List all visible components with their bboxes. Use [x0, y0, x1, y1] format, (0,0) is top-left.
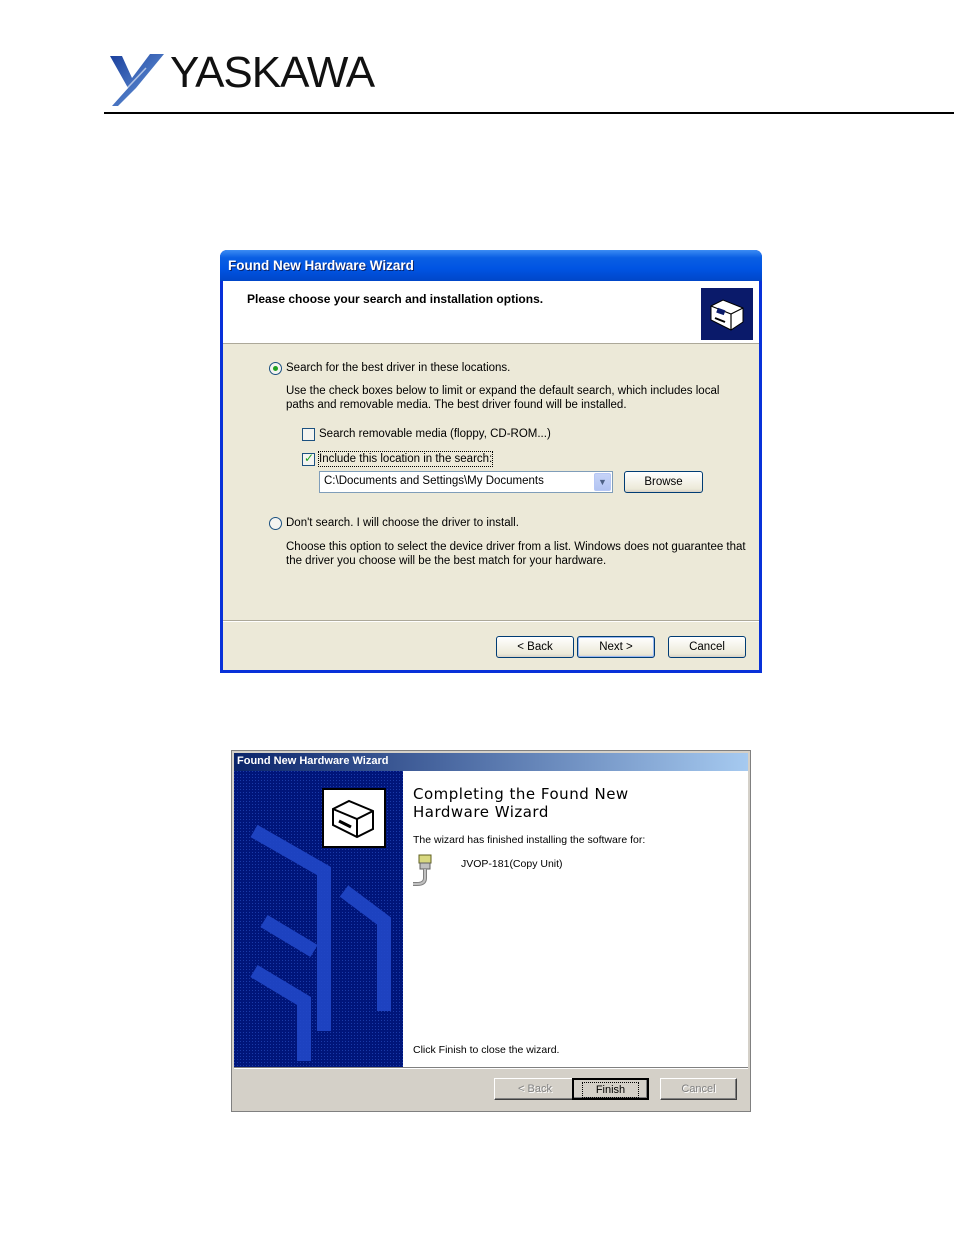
yaskawa-logo: YASKAWA: [106, 48, 406, 108]
finish-button[interactable]: Finish: [572, 1078, 649, 1100]
search-option-radio[interactable]: [269, 362, 282, 375]
finished-text: The wizard has finished installing the s…: [413, 834, 646, 846]
serial-port-icon: [413, 854, 432, 886]
dont-search-option-radio[interactable]: [269, 517, 282, 530]
cancel-button[interactable]: Cancel: [668, 636, 746, 658]
dialog-body: Please choose your search and installati…: [223, 281, 759, 670]
dialog-divider: [234, 1067, 748, 1069]
hardware-icon: [701, 288, 753, 340]
browse-button[interactable]: Browse: [624, 471, 703, 493]
window-title: Found New Hardware Wizard: [237, 755, 389, 767]
completion-heading: Completing the Found New Hardware Wizard: [413, 785, 629, 821]
header-divider: [104, 112, 954, 114]
dont-search-description-2: the driver you choose will be the best m…: [286, 555, 607, 567]
window-title-bar[interactable]: Found New Hardware Wizard: [220, 250, 762, 281]
completion-heading-line-1: Completing the Found New: [413, 785, 629, 803]
removable-media-label[interactable]: Search removable media (floppy, CD-ROM..…: [319, 427, 551, 441]
search-option-label[interactable]: Search for the best driver in these loca…: [286, 361, 510, 375]
dialog-header: Please choose your search and installati…: [223, 281, 759, 344]
window-title-bar[interactable]: Found New Hardware Wizard: [234, 753, 748, 771]
close-instruction: Click Finish to close the wizard.: [413, 1044, 560, 1056]
location-value: C:\Documents and Settings\My Documents: [324, 475, 544, 487]
removable-media-checkbox[interactable]: [302, 428, 315, 441]
location-combobox[interactable]: C:\Documents and Settings\My Documents ▼: [319, 471, 613, 493]
dont-search-option-label[interactable]: Don't search. I will choose the driver t…: [286, 516, 519, 530]
back-button[interactable]: < Back: [496, 636, 574, 658]
wizard-side-banner: [234, 771, 403, 1067]
hardware-watermark-icon: [234, 771, 403, 1067]
wizard-content: Completing the Found New Hardware Wizard…: [403, 771, 748, 1067]
include-location-checkbox[interactable]: [302, 451, 315, 466]
window-title: Found New Hardware Wizard: [228, 258, 414, 273]
search-option-description-1: Use the check boxes below to limit or ex…: [286, 385, 720, 397]
back-button[interactable]: < Back: [494, 1078, 576, 1100]
chevron-down-icon[interactable]: ▼: [594, 473, 611, 491]
next-button[interactable]: Next >: [577, 636, 655, 658]
yaskawa-logo-mark-icon: [110, 54, 164, 106]
hardware-icon: [322, 788, 386, 848]
finish-button-label: Finish: [581, 1082, 640, 1098]
wizard-search-options-window: Found New Hardware Wizard Please choose …: [220, 250, 762, 673]
dont-search-description-1: Choose this option to select the device …: [286, 541, 746, 553]
completion-heading-line-2: Hardware Wizard: [413, 803, 549, 821]
wizard-completing-window: Found New Hardware Wizard Completing the…: [231, 750, 751, 1112]
brand-name: YASKAWA: [170, 48, 375, 97]
device-name: JVOP-181(Copy Unit): [461, 858, 563, 870]
include-location-label[interactable]: Include this location in the search:: [317, 451, 494, 467]
cancel-button[interactable]: Cancel: [660, 1078, 737, 1100]
dialog-divider: [223, 620, 759, 622]
dialog-heading: Please choose your search and installati…: [247, 292, 544, 306]
search-option-description-2: paths and removable media. The best driv…: [286, 399, 627, 411]
